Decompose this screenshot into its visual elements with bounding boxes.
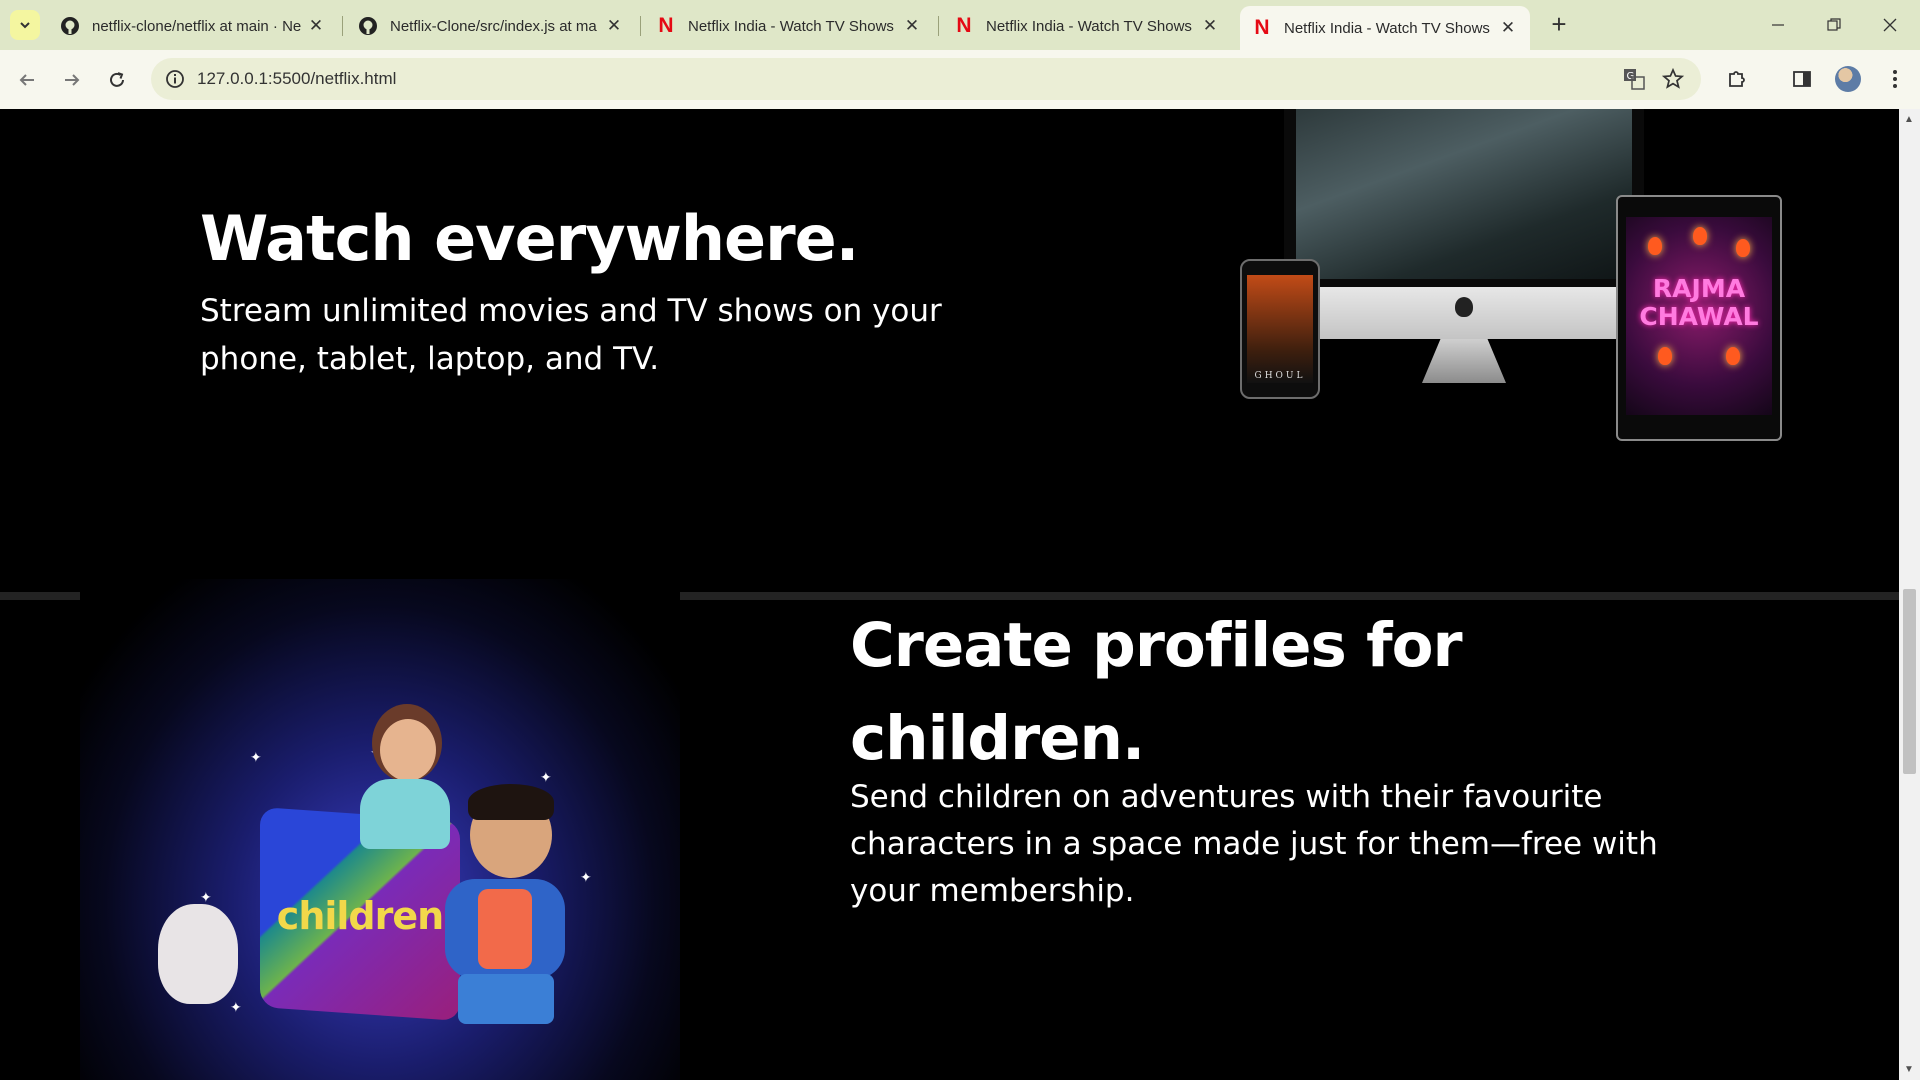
translate-icon[interactable]: G (1623, 68, 1645, 90)
menu-button[interactable] (1880, 64, 1910, 94)
minimize-button[interactable] (1750, 0, 1806, 50)
watch-title: Watch everywhere. (200, 202, 859, 275)
github-icon (61, 17, 79, 35)
reload-icon (110, 72, 124, 87)
netflix-icon: N (1254, 16, 1270, 39)
phone-device: GHOUL (1240, 259, 1320, 399)
close-window-button[interactable] (1862, 0, 1918, 50)
tab-netflix-india-1[interactable]: N Netflix India - Watch TV Shows ✕ (644, 6, 934, 46)
close-icon[interactable]: ✕ (306, 16, 326, 36)
watch-description: Stream unlimited movies and TV shows on … (200, 293, 942, 377)
sparkle-icon: ✦ (230, 999, 242, 1015)
browser-toolbar: 127.0.0.1:5500/netflix.html G (0, 50, 1920, 109)
apple-logo-icon (1455, 297, 1473, 317)
sparkle-icon: ✦ (540, 769, 552, 785)
girl-character-body (360, 779, 450, 849)
minimize-icon (1772, 24, 1784, 26)
children-card-label: children (276, 894, 444, 938)
tab-netflix-india-active[interactable]: N Netflix India - Watch TV Shows ✕ (1240, 6, 1530, 50)
netflix-icon: N (956, 14, 972, 37)
tab-search-button[interactable] (10, 10, 40, 40)
tablet-device: RAJMA CHAWAL (1616, 195, 1782, 441)
phone-screen (1247, 275, 1313, 383)
chevron-down-icon (20, 22, 30, 29)
tab-title: Netflix-Clone/src/index.js at ma (390, 17, 597, 35)
diya-icon (1693, 227, 1707, 245)
sparkle-icon: ✦ (580, 869, 592, 885)
close-icon (1883, 18, 1897, 32)
close-icon[interactable]: ✕ (604, 16, 624, 36)
tab-index-js[interactable]: Netflix-Clone/src/index.js at ma ✕ (346, 6, 636, 46)
arrow-right-icon (65, 74, 80, 86)
arrow-left-icon (19, 74, 34, 86)
tab-separator (342, 16, 343, 36)
puzzle-icon (1729, 71, 1745, 87)
profile-button[interactable] (1833, 64, 1863, 94)
back-button[interactable] (11, 64, 43, 96)
devices-illustration: GHOUL RAJMA CHAWAL (1240, 109, 1800, 489)
tab-title: Netflix India - Watch TV Shows (986, 17, 1192, 35)
kids-description: Send children on adventures with their f… (850, 779, 1658, 909)
diya-icon (1658, 347, 1672, 365)
close-icon[interactable]: ✕ (1200, 16, 1220, 36)
page-content: Watch everywhere. Stream unlimited movie… (0, 109, 1899, 1080)
tab-title: Netflix India - Watch TV Shows (688, 17, 894, 35)
diya-icon (1726, 347, 1740, 365)
restore-button[interactable] (1806, 0, 1862, 50)
side-panel-button[interactable] (1787, 64, 1817, 94)
bunny-character (158, 904, 238, 1004)
avatar (1835, 66, 1861, 92)
scroll-up-icon[interactable]: ▲ (1904, 114, 1914, 125)
info-icon[interactable] (165, 69, 185, 89)
netflix-icon: N (658, 14, 674, 37)
scrollbar-thumb[interactable] (1903, 589, 1916, 774)
boy-character-shorts (458, 974, 554, 1024)
imac-screen (1284, 109, 1644, 291)
diya-icon (1648, 237, 1662, 255)
url-text[interactable]: 127.0.0.1:5500/netflix.html (197, 69, 396, 89)
phone-poster-label: GHOUL (1254, 371, 1306, 381)
star-icon[interactable] (1662, 68, 1684, 90)
new-tab-button[interactable]: + (1544, 10, 1574, 40)
girl-character-face (380, 719, 436, 781)
boy-character-hair (468, 784, 554, 820)
address-bar[interactable]: 127.0.0.1:5500/netflix.html G (151, 58, 1701, 100)
tab-title: netflix-clone/netflix at main · Ne (92, 17, 302, 35)
children-illustration: ✦ ✦ ✦ ✦ ✦ ✦ children (80, 579, 680, 1080)
tab-netflix-india-2[interactable]: N Netflix India - Watch TV Shows ✕ (942, 6, 1232, 46)
side-panel-icon (1793, 71, 1811, 87)
page-scrollbar[interactable]: ▲ ▼ (1899, 109, 1920, 1080)
more-vertical-icon (1893, 70, 1897, 88)
tablet-poster-label: RAJMA CHAWAL (1639, 274, 1759, 331)
imac-stand (1422, 339, 1506, 383)
tab-separator (938, 16, 939, 36)
tab-netflix-clone-repo[interactable]: netflix-clone/netflix at main · Ne ✕ (48, 6, 338, 46)
scroll-down-icon[interactable]: ▼ (1904, 1064, 1914, 1075)
tab-title: Netflix India - Watch TV Shows (1284, 19, 1490, 37)
restore-icon (1827, 18, 1841, 31)
boy-character-shirt (478, 889, 532, 969)
sparkle-icon: ✦ (250, 749, 262, 765)
github-icon (359, 17, 377, 35)
tab-strip: netflix-clone/netflix at main · Ne ✕ Net… (0, 0, 1920, 50)
reload-button[interactable] (101, 64, 133, 96)
diya-icon (1736, 239, 1750, 257)
tab-separator (640, 16, 641, 36)
close-icon[interactable]: ✕ (1498, 18, 1518, 38)
forward-button[interactable] (56, 64, 88, 96)
extensions-button[interactable] (1722, 64, 1752, 94)
close-icon[interactable]: ✕ (902, 16, 922, 36)
kids-title: Create profiles for children. (850, 610, 1463, 774)
